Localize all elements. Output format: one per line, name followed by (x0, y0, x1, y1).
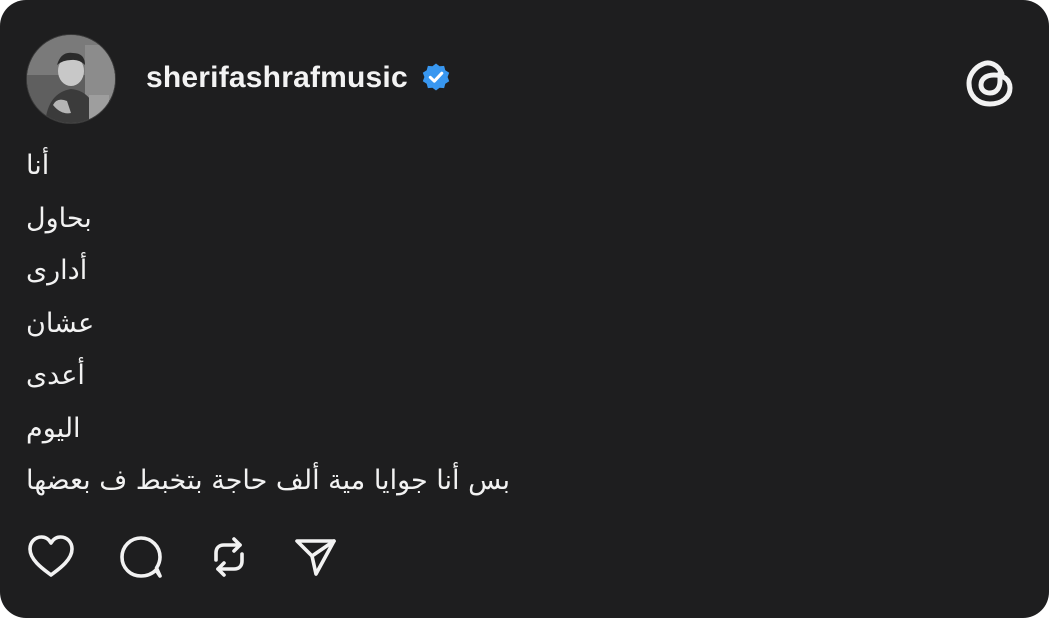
heart-icon (28, 535, 74, 577)
post-line: أدارى (26, 255, 88, 286)
verified-badge-icon (422, 63, 450, 91)
share-button[interactable] (290, 533, 340, 581)
post-line: اليوم (26, 412, 81, 444)
comment-button[interactable] (116, 533, 166, 581)
like-button[interactable] (26, 533, 76, 581)
threads-post-card: sherifashrafmusic أنا بحاول أدارى عشان أ… (0, 0, 1049, 618)
post-line: بس أنا جوايا مية ألف حاجة بتخبط ف بعضها (26, 465, 511, 496)
post-line: عشان (26, 307, 95, 339)
post-line: بحاول (26, 202, 92, 234)
username-link[interactable]: sherifashrafmusic (146, 61, 408, 95)
avatar[interactable] (26, 34, 116, 124)
share-icon (295, 539, 336, 576)
author-row: sherifashrafmusic (146, 58, 452, 98)
post-line: أنا (26, 150, 50, 181)
repost-button[interactable] (204, 533, 254, 581)
comment-icon (120, 536, 162, 578)
threads-logo-icon[interactable] (964, 53, 1016, 109)
repost-icon (214, 537, 244, 577)
action-bar (26, 533, 340, 581)
post-text: أنا بحاول أدارى عشان أعدى اليوم بس أنا ج… (26, 140, 726, 508)
post-line: أعدى (26, 360, 85, 391)
profile-photo (27, 35, 115, 123)
